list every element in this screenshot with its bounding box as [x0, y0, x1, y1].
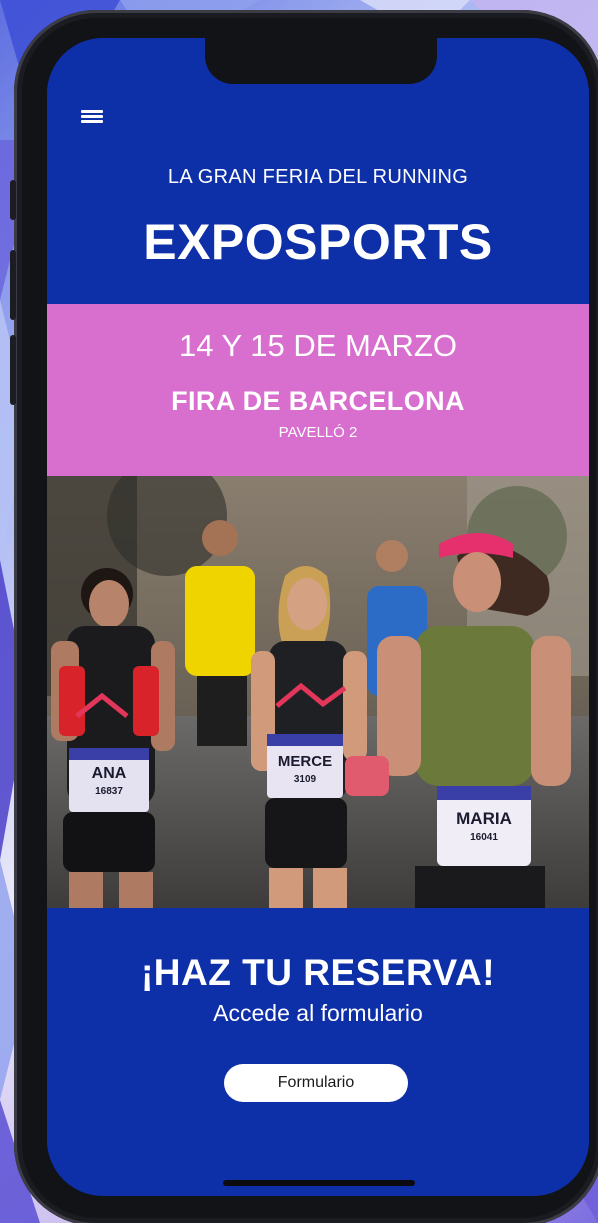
reservation-subtitle: Accede al formulario: [213, 1000, 423, 1026]
event-dates: 14 Y 15 DE MARZO: [179, 328, 457, 363]
bib-number-ana: 16837: [95, 786, 123, 797]
event-venue: FIRA DE BARCELONA: [171, 386, 465, 416]
page-title: EXPOSPORTS: [143, 214, 493, 270]
bib-number-merce: 3109: [294, 774, 317, 785]
form-button[interactable]: Formulario: [224, 1064, 408, 1102]
bib-name-maria: MARIA: [456, 809, 512, 828]
phone-screen: LA GRAN FERIA DEL RUNNING EXPOSPORTS 14 …: [47, 38, 589, 1196]
tagline: LA GRAN FERIA DEL RUNNING: [167, 166, 469, 188]
volume-down-button: [10, 335, 16, 405]
bib-name-ana: ANA: [92, 765, 127, 782]
volume-up-button: [10, 250, 16, 320]
phone-notch: [205, 38, 437, 84]
mute-switch: [10, 180, 16, 220]
reservation-section: ¡HAZ TU RESERVA! Accede al formulario Fo…: [47, 908, 589, 1196]
event-hall: PAVELLÓ 2: [278, 424, 358, 441]
reservation-title: ¡HAZ TU RESERVA!: [140, 952, 496, 993]
runners-photo: ANA 16837 MERCE 3109 MARIA 16041: [47, 476, 589, 908]
hamburger-menu-icon[interactable]: [81, 110, 103, 124]
event-info-band: 14 Y 15 DE MARZO FIRA DE BARCELONA PAVEL…: [47, 304, 589, 476]
bib-number-maria: 16041: [470, 832, 498, 843]
home-indicator: [223, 1180, 415, 1186]
bib-name-merce: MERCE: [278, 753, 332, 770]
